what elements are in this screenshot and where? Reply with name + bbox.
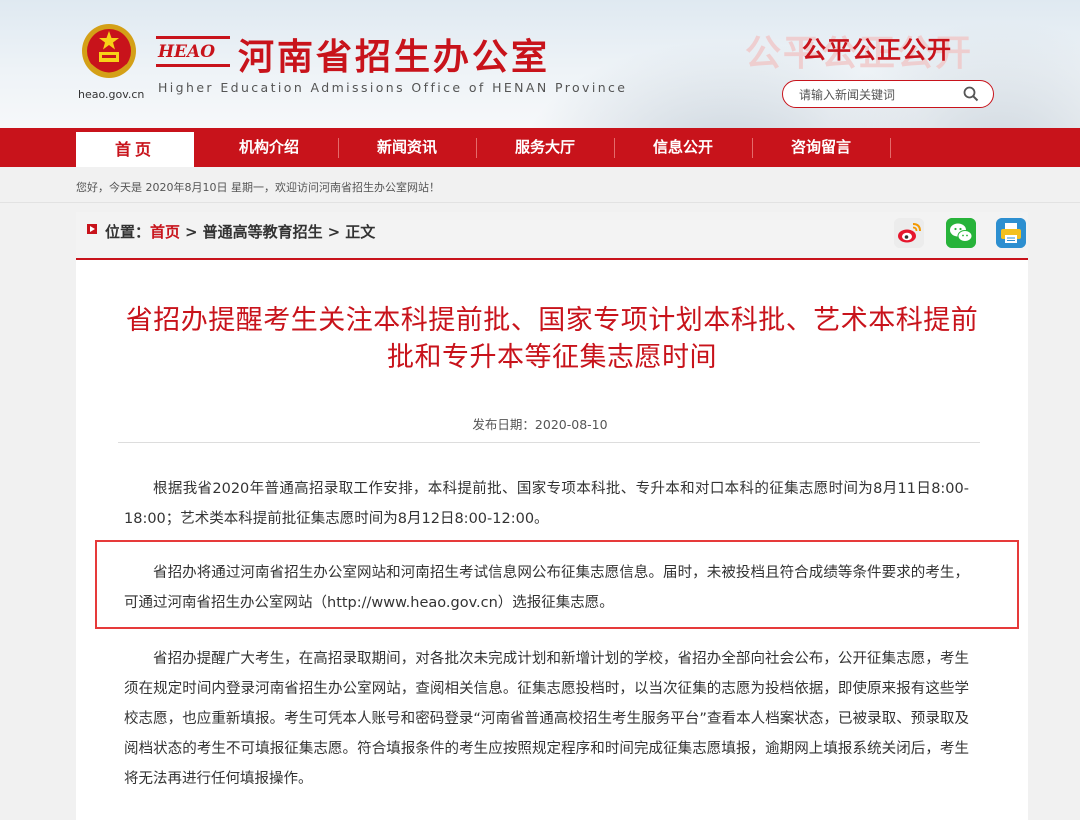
search-box	[782, 80, 994, 108]
nav-disclosure[interactable]: 信息公开	[614, 128, 752, 167]
welcome-text: 您好，今天是 2020年8月10日 星期一，欢迎访问河南省招生办公室网站！	[76, 181, 440, 194]
publish-date: 发布日期：2020-08-10	[0, 414, 1080, 433]
site-url: heao.gov.cn	[78, 88, 145, 101]
location-marker-icon	[87, 224, 97, 234]
search-input[interactable]	[797, 85, 951, 105]
weibo-icon[interactable]	[894, 218, 924, 248]
wechat-icon[interactable]	[946, 218, 976, 248]
breadcrumb-current: 正文	[345, 223, 376, 241]
breadcrumb: 位置：首页 > 普通高等教育招生 > 正文	[105, 221, 375, 242]
nav-news[interactable]: 新闻资讯	[338, 128, 476, 167]
heao-logo: HEAO	[156, 30, 230, 70]
article-title: 省招办提醒考生关注本科提前批、国家专项计划本科批、艺术本科提前批和专升本等征集志…	[125, 305, 979, 373]
print-icon[interactable]	[996, 218, 1026, 248]
article-content: 省招办提醒考生关注本科提前批、国家专项计划本科批、艺术本科提前批和专升本等征集志…	[76, 260, 1028, 820]
site-subtitle: Higher Education Admissions Office of HE…	[158, 80, 628, 95]
publish-date-value: 2020-08-10	[534, 417, 608, 432]
national-emblem-icon	[82, 24, 136, 78]
slogan: 公平公正公开	[802, 35, 952, 64]
breadcrumb-home[interactable]: 首页	[150, 223, 180, 241]
site-header: heao.gov.cn HEAO 河南省招生办公室 Higher Educati…	[0, 0, 1080, 128]
main-nav: 首页 机构介绍 新闻资讯 服务大厅 信息公开 咨询留言	[0, 128, 1080, 167]
breadcrumb-separator: >	[327, 223, 341, 241]
nav-services[interactable]: 服务大厅	[476, 128, 614, 167]
title-divider	[118, 442, 980, 443]
article-paragraph: 省招办将通过河南省招生办公室网站和河南招生考试信息网公布征集志愿信息。届时，未被…	[124, 565, 969, 611]
site-title: 河南省招生办公室	[238, 36, 551, 78]
nav-home[interactable]: 首页	[76, 132, 194, 167]
breadcrumb-bar: 位置：首页 > 普通高等教育招生 > 正文	[76, 212, 1028, 260]
nav-about[interactable]: 机构介绍	[200, 128, 338, 167]
article-paragraph: 根据我省2020年普通高招录取工作安排，本科提前批、国家专项本科批、专升本和对口…	[124, 481, 969, 527]
nav-consult[interactable]: 咨询留言	[752, 128, 890, 167]
search-icon[interactable]	[963, 86, 979, 102]
breadcrumb-section[interactable]: 普通高等教育招生	[203, 223, 323, 241]
article-paragraph: 省招办提醒广大考生，在高招录取期间，对各批次未完成计划和新增计划的学校，省招办全…	[124, 651, 969, 787]
breadcrumb-prefix: 位置：	[105, 223, 151, 241]
publish-date-label: 发布日期：	[472, 417, 535, 432]
breadcrumb-separator: >	[185, 223, 198, 241]
welcome-bar: 您好，今天是 2020年8月10日 星期一，欢迎访问河南省招生办公室网站！	[0, 167, 1080, 203]
nav-separator	[890, 138, 891, 158]
